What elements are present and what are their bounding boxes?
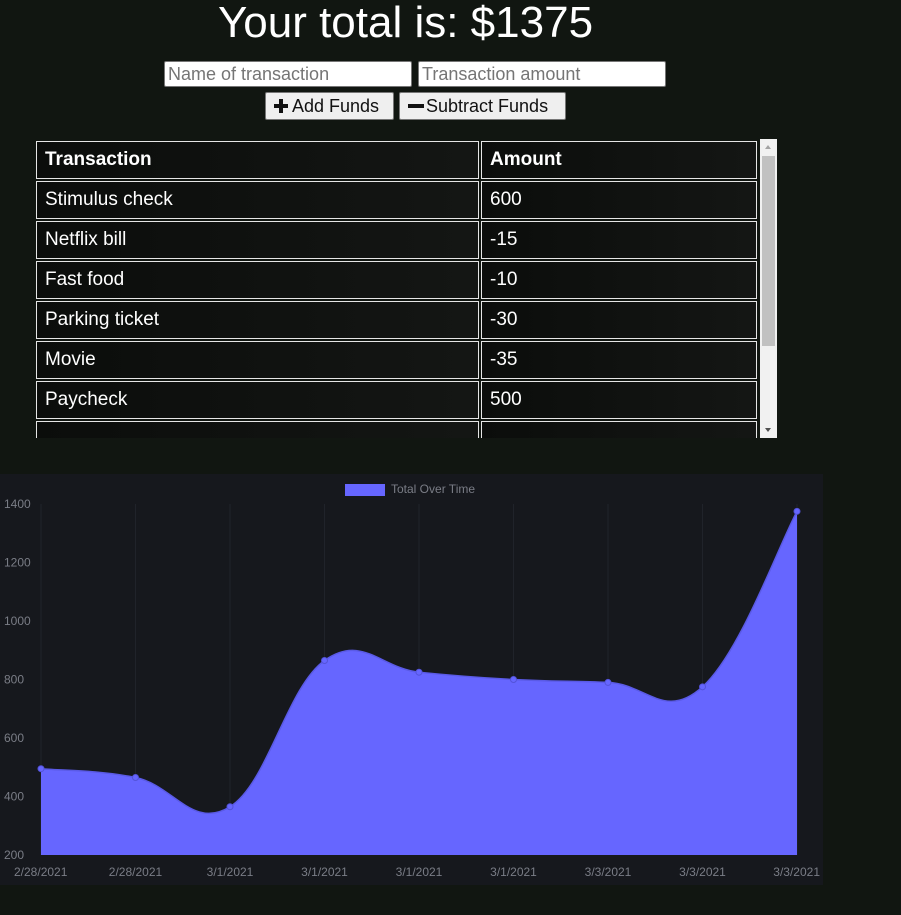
transaction-amount-cell	[481, 421, 757, 438]
transaction-amount-input[interactable]	[418, 61, 666, 87]
table-row: Fast food -10	[36, 261, 757, 299]
transaction-name-cell: Paycheck	[36, 381, 479, 419]
chart-svg: 200 400 600 800 1000 1200 1400 2/28/2021 2/28/2…	[4, 482, 820, 879]
scroll-down-arrow-icon[interactable]	[765, 428, 771, 432]
x-tick-label: 2/28/2021	[109, 865, 163, 879]
y-tick-label: 1200	[4, 556, 31, 570]
plus-icon	[274, 99, 288, 113]
legend-label: Total Over Time	[391, 482, 475, 496]
x-tick-label: 3/3/2021	[773, 865, 820, 879]
header-amount: Amount	[481, 141, 757, 179]
subtract-funds-button[interactable]: Subtract Funds	[399, 92, 566, 120]
table-row	[36, 421, 757, 438]
total-heading: Your total is: $1375	[217, 0, 594, 47]
y-tick-label: 800	[4, 673, 24, 687]
x-tick-label: 2/28/2021	[14, 865, 68, 879]
add-funds-button[interactable]: Add Funds	[265, 92, 394, 120]
data-point[interactable]	[37, 765, 45, 773]
data-point[interactable]	[699, 683, 706, 691]
transaction-amount-cell: 500	[481, 381, 757, 419]
y-tick-label: 200	[4, 848, 24, 862]
header-transaction: Transaction	[36, 141, 479, 179]
transaction-name-input[interactable]	[164, 61, 412, 87]
add-funds-label: Add Funds	[292, 95, 380, 116]
transaction-name-cell: Netflix bill	[36, 221, 479, 259]
subtract-funds-label: Subtract Funds	[426, 95, 549, 116]
x-tick-label: 3/1/2021	[490, 865, 537, 879]
transaction-amount-cell: -35	[481, 341, 757, 379]
scrollbar-thumb[interactable]	[762, 156, 775, 346]
table-row: Paycheck 500	[36, 381, 757, 419]
data-point[interactable]	[226, 803, 234, 811]
transaction-amount-cell: 600	[481, 181, 757, 219]
y-tick-label: 1000	[4, 614, 31, 628]
x-tick-label: 3/1/2021	[207, 865, 254, 879]
transaction-name-cell: Movie	[36, 341, 479, 379]
transaction-name-cell: Fast food	[36, 261, 479, 299]
y-tick-label: 1400	[4, 497, 31, 511]
table-row: Stimulus check 600	[36, 181, 757, 219]
transaction-name-cell: Stimulus check	[36, 181, 479, 219]
data-point[interactable]	[793, 507, 801, 515]
transaction-name-cell: Parking ticket	[36, 301, 479, 339]
x-tick-label: 3/3/2021	[679, 865, 726, 879]
x-tick-label: 3/1/2021	[396, 865, 443, 879]
transaction-amount-cell: -30	[481, 301, 757, 339]
transaction-amount-cell: -15	[481, 221, 757, 259]
x-tick-label: 3/1/2021	[301, 865, 348, 879]
data-point[interactable]	[415, 668, 423, 676]
transactions-table-container[interactable]: Transaction Amount Stimulus check 600 Ne…	[34, 139, 777, 438]
minus-icon	[408, 99, 424, 113]
table-scrollbar[interactable]	[760, 139, 777, 438]
legend-swatch	[345, 484, 385, 496]
data-point[interactable]	[321, 656, 328, 664]
data-point[interactable]	[510, 676, 517, 683]
y-tick-label: 400	[4, 790, 24, 804]
data-point[interactable]	[604, 678, 612, 686]
transaction-name-cell	[36, 421, 479, 438]
table-row: Netflix bill -15	[36, 221, 757, 259]
total-over-time-chart: 200 400 600 800 1000 1200 1400 2/28/2021 2/28/2…	[0, 474, 823, 885]
table-row: Movie -35	[36, 341, 757, 379]
data-point[interactable]	[132, 773, 139, 781]
transactions-table: Transaction Amount Stimulus check 600 Ne…	[34, 139, 759, 438]
scroll-up-arrow-icon[interactable]	[765, 145, 771, 149]
transaction-amount-cell: -10	[481, 261, 757, 299]
table-header-row: Transaction Amount	[36, 141, 757, 179]
x-tick-label: 3/3/2021	[585, 865, 632, 879]
y-tick-label: 600	[4, 731, 24, 745]
table-row: Parking ticket -30	[36, 301, 757, 339]
